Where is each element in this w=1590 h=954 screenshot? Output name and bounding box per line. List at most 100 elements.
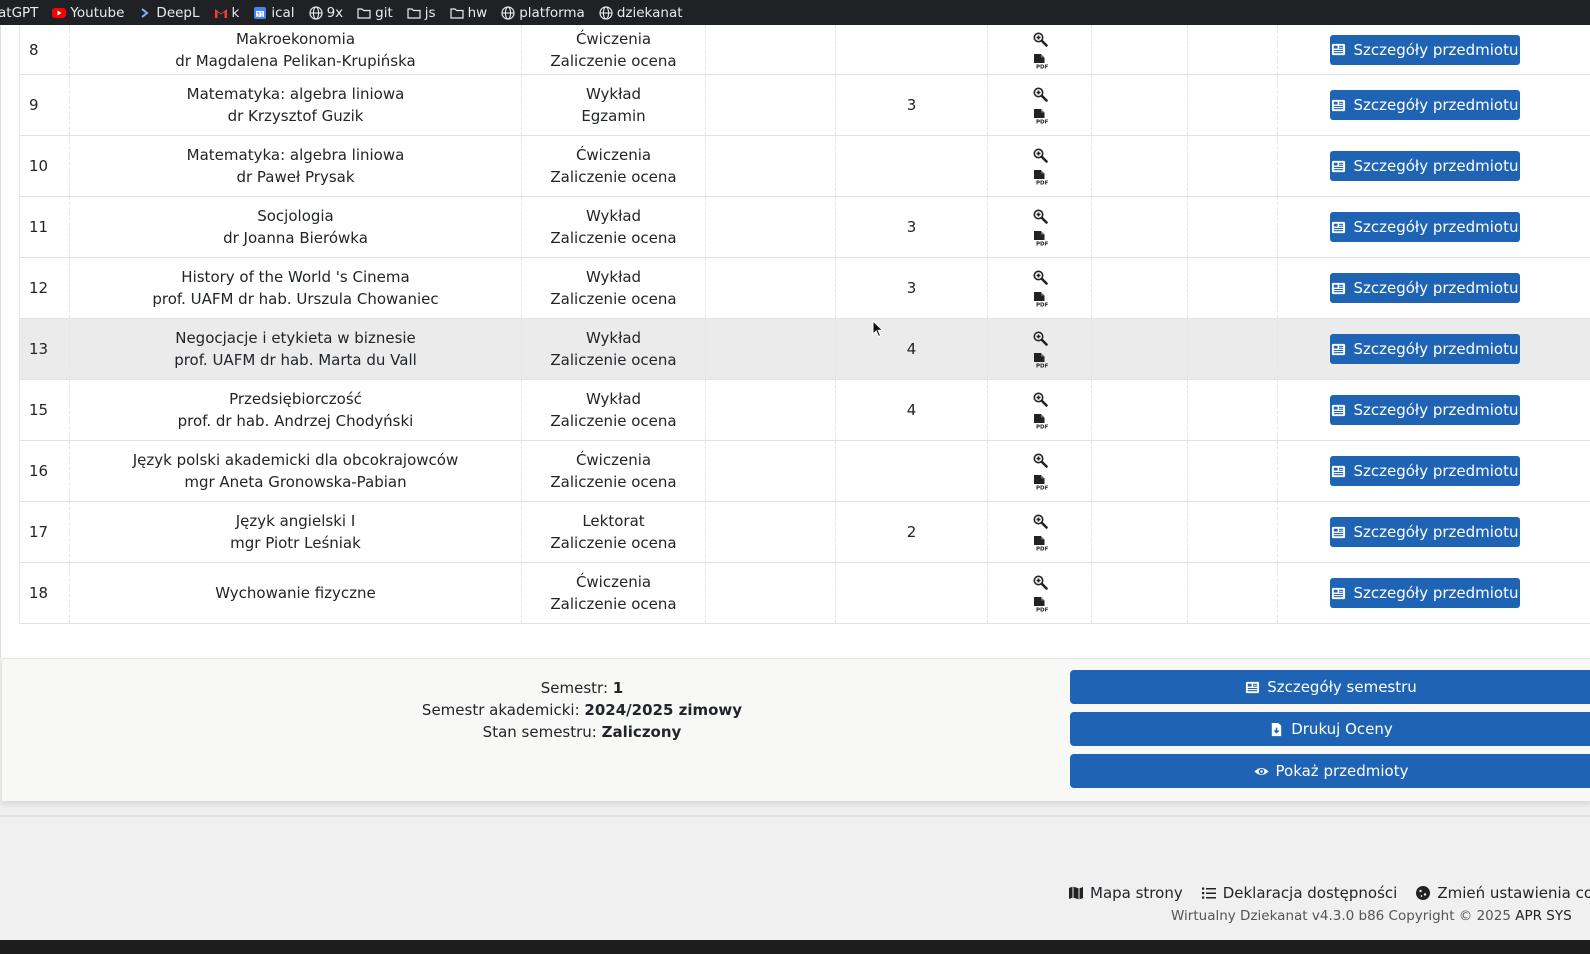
mouse-cursor-icon: [872, 319, 884, 338]
table-row: 17 Język angielski I mgr Piotr Leśniak Lekt…: [19, 501, 1590, 563]
class-form: Ćwiczenia: [575, 146, 652, 164]
file-download-icon: [1269, 722, 1284, 737]
empty-cell: [1187, 257, 1278, 319]
pdf-file-icon[interactable]: PDF: [1032, 230, 1048, 246]
details-cell: Szczegóły przedmiotu: [1277, 440, 1590, 502]
pdf-file-icon[interactable]: PDF: [1032, 169, 1048, 185]
zoom-in-icon[interactable]: [1032, 31, 1048, 47]
ects-cell: [835, 25, 988, 75]
subject-details-button[interactable]: Szczegóły przedmiotu: [1330, 34, 1520, 65]
bookmark-youtube[interactable]: Youtube: [52, 5, 124, 21]
zoom-in-icon[interactable]: [1032, 269, 1048, 285]
subjects-card: 8 Makroekonomia dr Magdalena Pelikan-Krupi…: [0, 25, 1590, 658]
empty-cell: [1091, 196, 1188, 258]
empty-cell: [705, 501, 836, 563]
semester-line: Semestr: 1: [302, 677, 862, 699]
form-cell: Lektorat Zaliczenie ocena: [521, 501, 706, 563]
empty-cell: [1091, 501, 1188, 563]
pdf-file-icon[interactable]: PDF: [1032, 596, 1048, 612]
ects-cell: [835, 562, 988, 624]
semester-details-button[interactable]: Szczegóły semestru: [1070, 670, 1590, 704]
assessment-type: Zaliczenie ocena: [550, 412, 677, 430]
bookmark-label: DeepL: [156, 4, 200, 21]
subject-details-button[interactable]: Szczegóły przedmiotu: [1330, 334, 1520, 364]
assessment-type: Egzamin: [581, 107, 646, 125]
newspaper-icon: [1331, 342, 1346, 357]
teacher-name: prof. UAFM dr hab. Urszula Chowaniec: [152, 290, 439, 308]
bookmark-deepl[interactable]: DeepL: [138, 4, 200, 21]
subject-details-button[interactable]: Szczegóły przedmiotu: [1330, 395, 1520, 425]
print-grades-label: Drukuj Oceny: [1291, 720, 1393, 738]
zoom-in-icon[interactable]: [1032, 574, 1048, 590]
subject-cell: Język polski akademicki dla obcokrajowcó…: [69, 440, 522, 502]
pdf-file-icon[interactable]: PDF: [1032, 291, 1048, 307]
teacher-name: prof. UAFM dr hab. Marta du Vall: [174, 351, 417, 369]
pdf-file-icon[interactable]: PDF: [1032, 413, 1048, 429]
table-row: 12 History of the World 's Cinema prof. UA…: [19, 257, 1590, 319]
zoom-in-icon[interactable]: [1032, 452, 1048, 468]
empty-cell: [1187, 440, 1278, 502]
row-number: 10: [19, 135, 70, 197]
bookmark-js[interactable]: js: [407, 5, 436, 21]
newspaper-icon: [1245, 680, 1260, 695]
empty-cell: [1091, 379, 1188, 441]
subject-details-button[interactable]: Szczegóły przedmiotu: [1330, 151, 1520, 181]
pdf-file-icon[interactable]: PDF: [1032, 108, 1048, 124]
bookmark-9x[interactable]: 9x: [308, 5, 343, 21]
ects-cell: 3: [835, 196, 988, 258]
zoom-in-icon[interactable]: [1032, 86, 1048, 102]
print-grades-button[interactable]: Drukuj Oceny: [1070, 712, 1590, 746]
table-row: 13 Negocjacje i etykieta w biznesie prof. …: [19, 318, 1590, 380]
zoom-in-icon[interactable]: [1032, 147, 1048, 163]
pdf-file-icon[interactable]: PDF: [1032, 474, 1048, 490]
bookmark-chatgpt[interactable]: atGPT: [0, 5, 38, 21]
class-form: Wykład: [585, 268, 642, 286]
show-subjects-button[interactable]: Pokaż przedmioty: [1070, 754, 1590, 788]
zoom-in-icon[interactable]: [1032, 391, 1048, 407]
table-row: 9 Matematyka: algebra liniowa dr Krzysztof…: [19, 74, 1590, 136]
svg-text:PDF: PDF: [1036, 64, 1048, 69]
cookie-settings-link[interactable]: Zmień ustawienia coo: [1415, 884, 1590, 902]
gmail-icon: [214, 6, 228, 20]
globe-icon: [308, 5, 323, 20]
pdf-file-icon[interactable]: PDF: [1032, 352, 1048, 368]
subject-details-button[interactable]: Szczegóły przedmiotu: [1330, 212, 1520, 242]
bookmark-ical[interactable]: 31 ical: [253, 4, 295, 21]
accessibility-link[interactable]: Deklaracja dostępności: [1201, 884, 1397, 902]
empty-cell: [705, 318, 836, 380]
cookie-icon: [1415, 885, 1431, 901]
subject-details-button[interactable]: Szczegóły przedmiotu: [1330, 90, 1520, 120]
subject-details-button[interactable]: Szczegóły przedmiotu: [1330, 273, 1520, 303]
bookmark-label: ical: [271, 4, 295, 21]
semester-details-label: Szczegóły semestru: [1267, 678, 1417, 696]
subject-details-button[interactable]: Szczegóły przedmiotu: [1330, 517, 1520, 547]
bookmark-platforma[interactable]: platforma: [501, 5, 585, 21]
subject-details-label: Szczegóły przedmiotu: [1353, 279, 1519, 297]
zoom-in-icon[interactable]: [1032, 208, 1048, 224]
subject-cell: Matematyka: algebra liniowa dr Krzysztof …: [69, 74, 522, 136]
sitemap-link[interactable]: Mapa strony: [1068, 884, 1183, 902]
details-cell: Szczegóły przedmiotu: [1277, 257, 1590, 319]
bookmark-gmail[interactable]: k: [214, 5, 239, 21]
svg-text:PDF: PDF: [1036, 181, 1048, 186]
teacher-name: dr Joanna Bierówka: [223, 229, 368, 247]
subject-details-button[interactable]: Szczegóły przedmiotu: [1330, 578, 1520, 608]
empty-cell: [1091, 562, 1188, 624]
details-cell: Szczegóły przedmiotu: [1277, 501, 1590, 563]
actions-cell: PDF: [987, 379, 1092, 441]
svg-text:PDF: PDF: [1036, 242, 1048, 247]
subject-details-label: Szczegóły przedmiotu: [1353, 462, 1519, 480]
zoom-in-icon[interactable]: [1032, 513, 1048, 529]
bookmark-hw[interactable]: hw: [449, 5, 487, 21]
pdf-file-icon[interactable]: PDF: [1032, 535, 1048, 551]
semester-status-line: Stan semestru: Zaliczony: [302, 721, 862, 743]
bookmark-dziekanat[interactable]: dziekanat: [599, 5, 683, 21]
pdf-file-icon[interactable]: PDF: [1032, 53, 1048, 69]
form-cell: Ćwiczenia Zaliczenie ocena: [521, 562, 706, 624]
assessment-type: Zaliczenie ocena: [550, 351, 677, 369]
class-form: Wykład: [585, 85, 642, 103]
form-cell: Ćwiczenia Zaliczenie ocena: [521, 135, 706, 197]
zoom-in-icon[interactable]: [1032, 330, 1048, 346]
bookmark-git[interactable]: git: [357, 5, 393, 21]
subject-details-button[interactable]: Szczegóły przedmiotu: [1330, 456, 1520, 486]
